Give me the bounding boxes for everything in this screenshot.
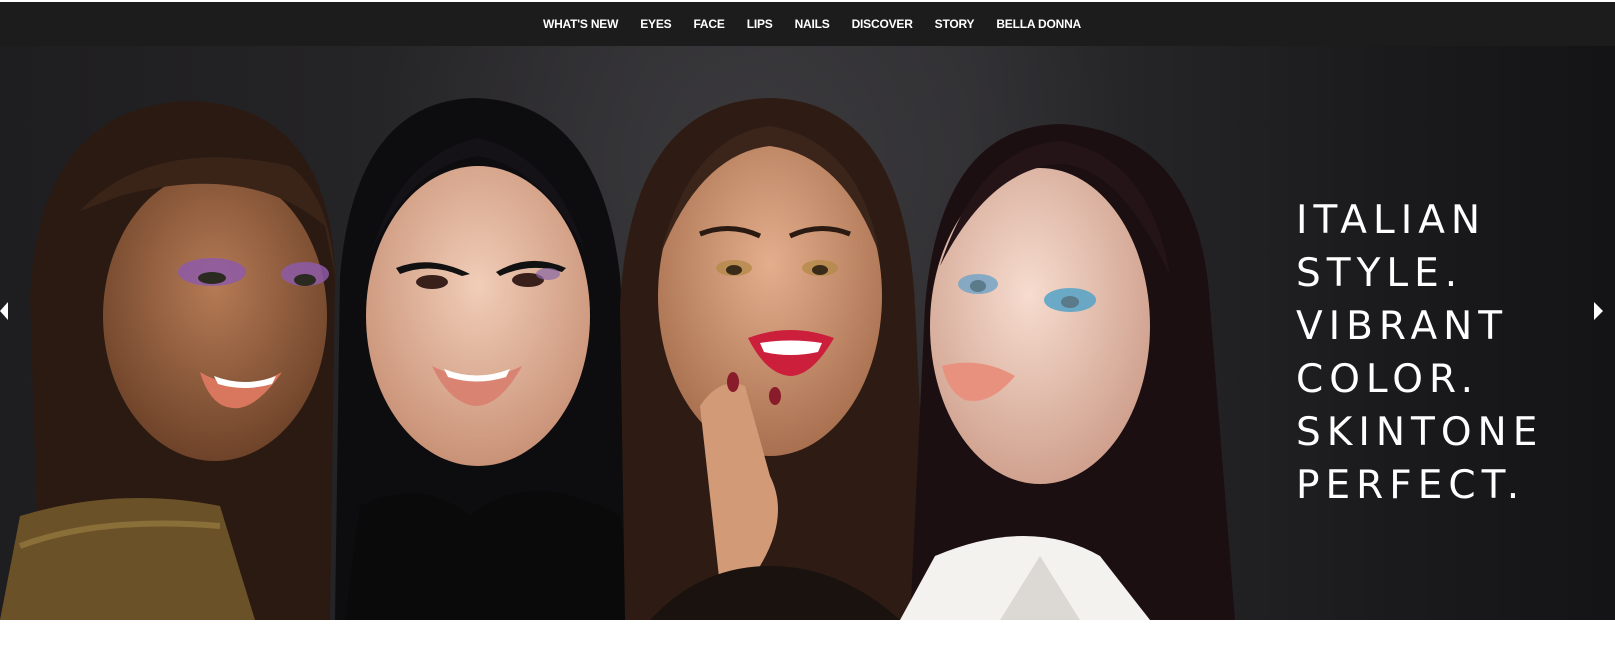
nav-item-face[interactable]: FACE <box>682 17 735 31</box>
headline-line: PERFECT. <box>1296 463 1526 508</box>
nav-menu: WHAT'S NEW EYES FACE LIPS NAILS DISCOVER… <box>532 17 1092 31</box>
model-4 <box>900 124 1235 620</box>
hero-banner[interactable]: ITALIAN STYLE. VIBRANT COLOR. SKINTONE P… <box>0 46 1615 620</box>
model-3 <box>620 98 930 620</box>
hero-models-image <box>0 98 1235 620</box>
model-2 <box>335 98 640 620</box>
nav-item-eyes[interactable]: EYES <box>629 17 682 31</box>
nav-item-nails[interactable]: NAILS <box>784 17 841 31</box>
headline-line: VIBRANT <box>1296 304 1509 349</box>
triangle-left-icon[interactable] <box>0 302 8 320</box>
triangle-right-icon[interactable] <box>1594 302 1603 320</box>
model-1 <box>0 101 335 620</box>
nav-item-lips[interactable]: LIPS <box>736 17 784 31</box>
top-navigation: WHAT'S NEW EYES FACE LIPS NAILS DISCOVER… <box>0 2 1615 46</box>
nav-item-whats-new[interactable]: WHAT'S NEW <box>532 17 629 31</box>
headline-line: COLOR. <box>1296 357 1480 402</box>
headline-line: STYLE. <box>1296 251 1464 296</box>
nav-item-story[interactable]: STORY <box>924 17 986 31</box>
nav-item-bella-donna[interactable]: BELLA DONNA <box>985 17 1092 31</box>
nav-item-discover[interactable]: DISCOVER <box>841 17 924 31</box>
hero-headline: ITALIAN STYLE. VIBRANT COLOR. SKINTONE P… <box>1296 194 1596 512</box>
headline-line: SKINTONE <box>1296 410 1544 455</box>
headline-line: ITALIAN <box>1296 198 1487 243</box>
page: WHAT'S NEW EYES FACE LIPS NAILS DISCOVER… <box>0 0 1615 656</box>
